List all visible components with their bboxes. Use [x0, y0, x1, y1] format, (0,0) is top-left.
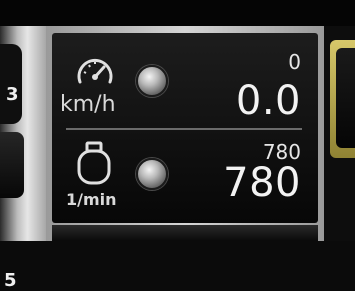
row-divider	[66, 128, 302, 130]
bottom-strip	[52, 225, 318, 241]
left-panel: 3 5	[0, 26, 50, 291]
speed-unit-label: km/h	[60, 92, 116, 117]
right-button[interactable]	[336, 48, 355, 148]
engine-unit-label: 1/min	[66, 190, 117, 209]
speedometer-icon	[77, 59, 113, 84]
speed-setpoint: 0	[288, 50, 301, 74]
speed-value: 0.0	[235, 78, 301, 124]
left-button-lower[interactable]: 5	[0, 132, 24, 291]
engine-indicator-lamp	[136, 158, 168, 190]
engine-value: 780	[223, 160, 301, 206]
left-mark-lower: 5	[4, 270, 17, 291]
engine-icon	[77, 141, 111, 185]
left-button-upper[interactable]: 3	[0, 44, 22, 124]
top-bar	[0, 0, 355, 26]
left-mark-upper: 3	[6, 84, 19, 105]
speed-indicator-lamp	[136, 65, 168, 97]
